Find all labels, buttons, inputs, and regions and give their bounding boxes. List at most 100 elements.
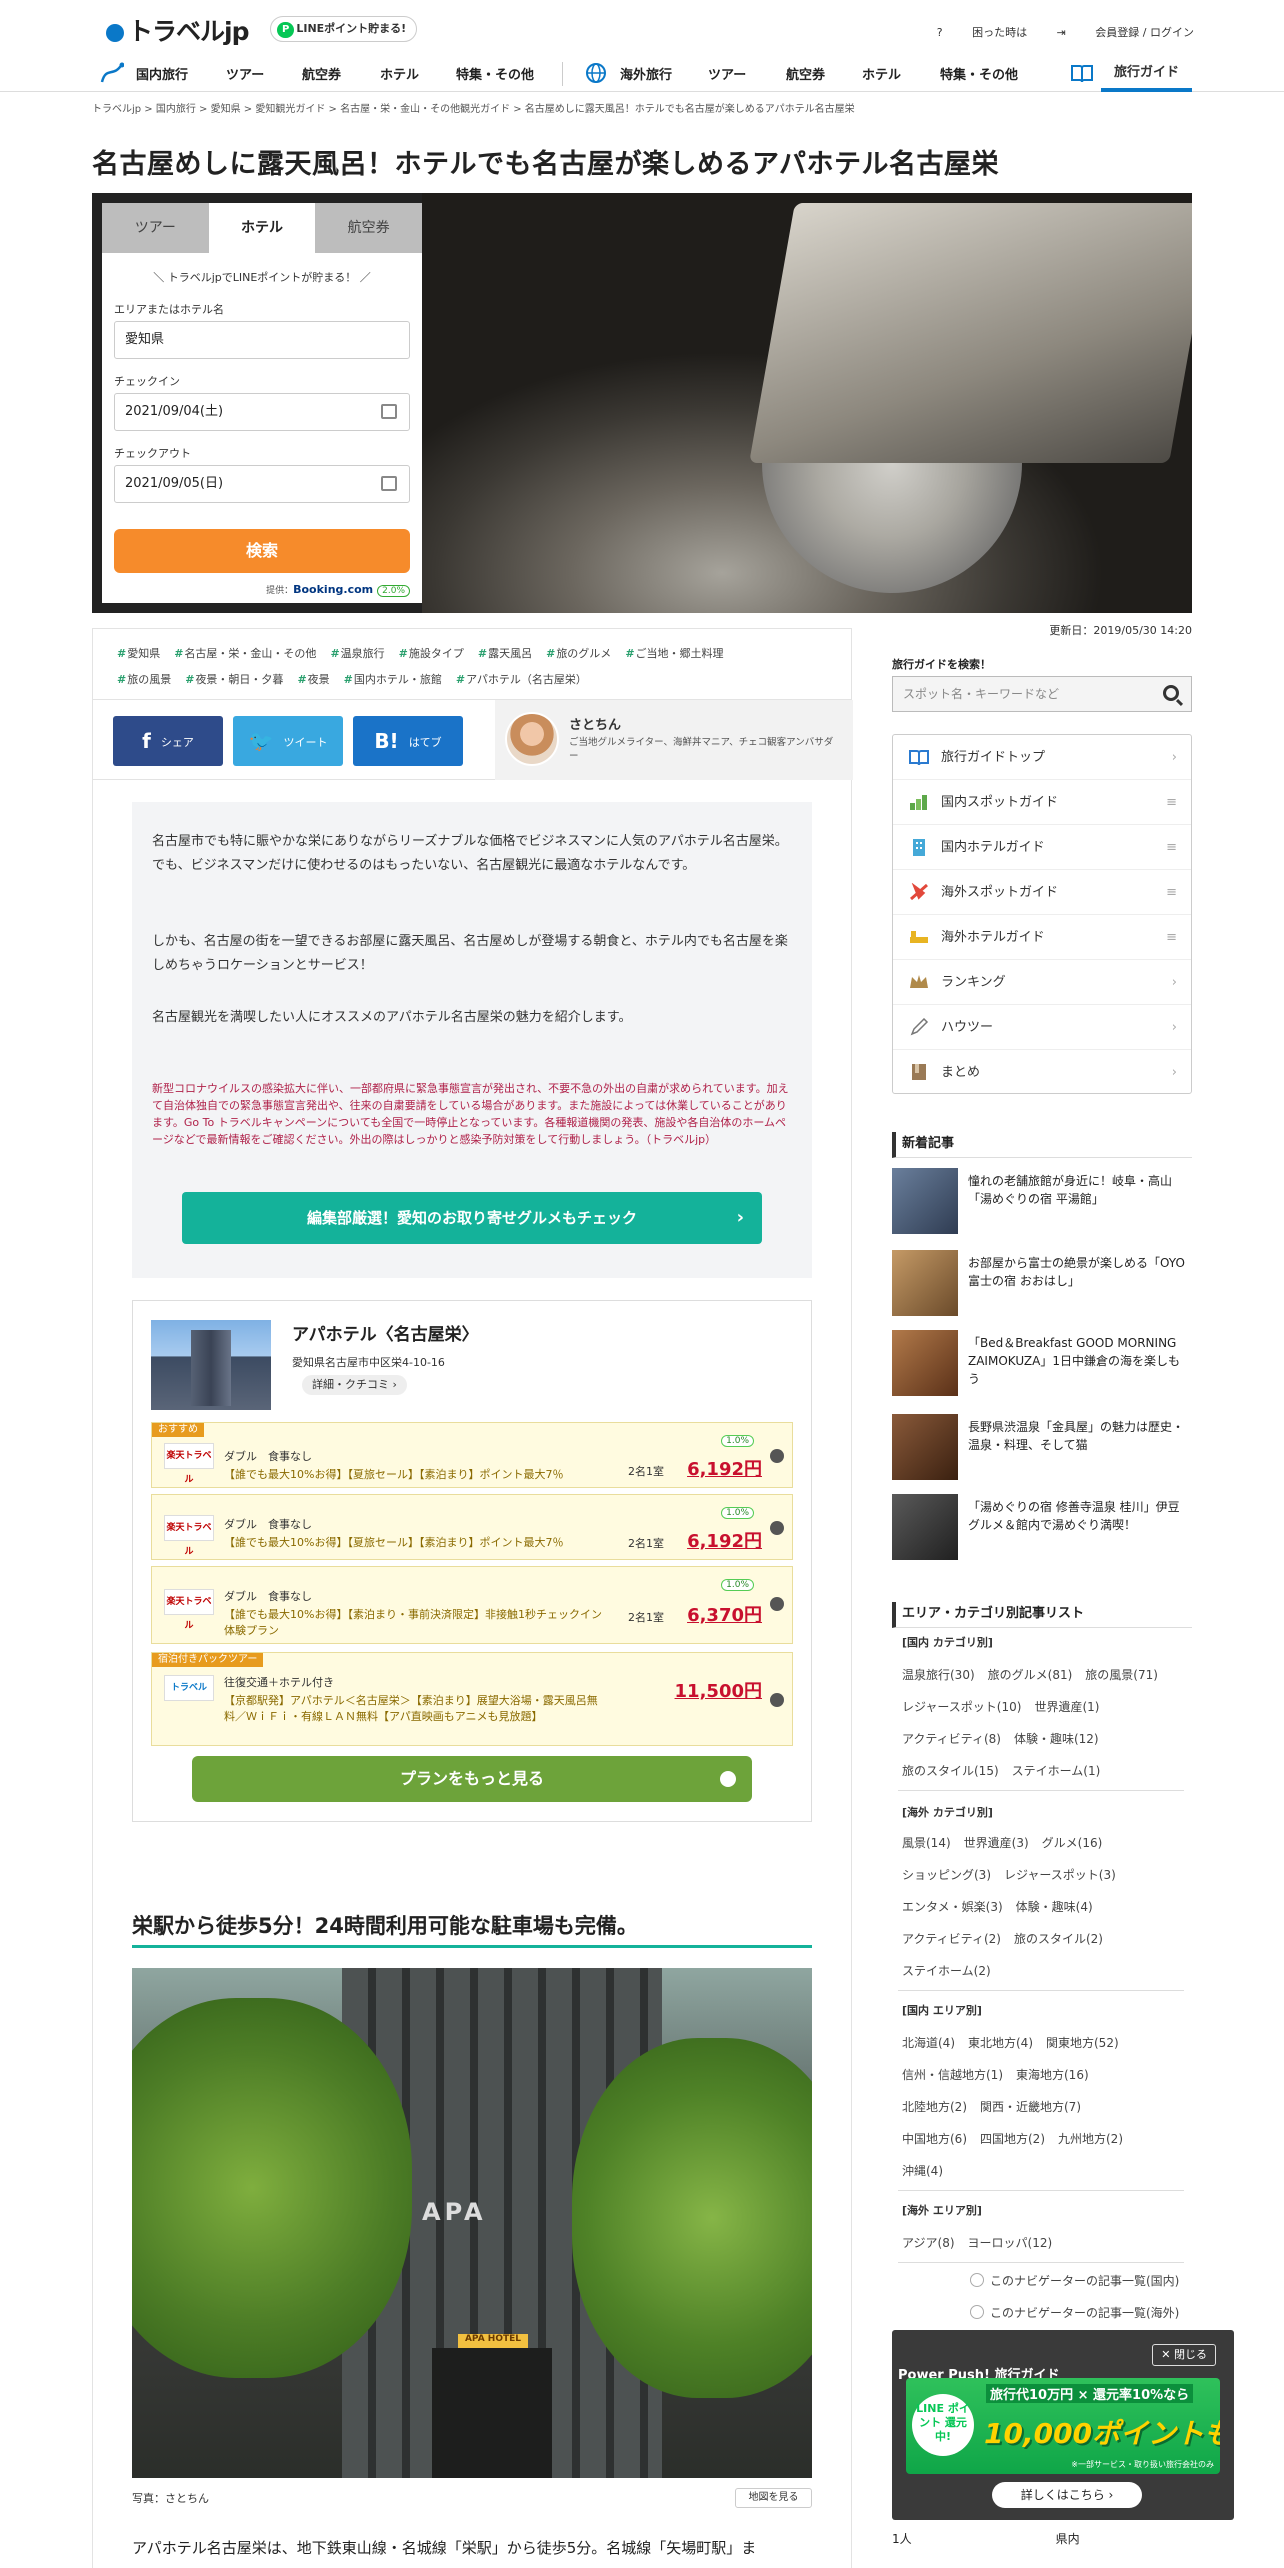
category-link[interactable]: レジャースポット(10) — [902, 1700, 1021, 1714]
more-plans-button[interactable]: プランをもっと見る — [192, 1756, 752, 1802]
nav-domestic-air[interactable]: 航空券 — [302, 64, 341, 83]
category-link[interactable]: 信州・信越地方(1) — [902, 2068, 1003, 2082]
category-link[interactable]: ショッピング(3) — [902, 1868, 991, 1882]
category-link[interactable]: レジャースポット(3) — [1004, 1868, 1116, 1882]
category-link[interactable]: 体験・趣味(12) — [1014, 1732, 1099, 1746]
category-link[interactable]: 旅の風景(71) — [1085, 1668, 1158, 1682]
category-link[interactable]: アクティビティ(8) — [902, 1732, 1001, 1746]
hotel-photo[interactable]: APA APA HOTEL — [132, 1968, 812, 2478]
tag[interactable]: ご当地・郷土料理 — [625, 647, 723, 660]
hotel-name[interactable]: アパホテル〈名古屋栄〉 — [292, 1320, 479, 1345]
category-link[interactable]: 関東地方(52) — [1046, 2036, 1119, 2050]
category-link[interactable]: 沖縄(4) — [902, 2164, 943, 2178]
hotel-thumbnail[interactable] — [151, 1320, 271, 1410]
plan-row[interactable]: 宿泊付きパックツアー トラベル 往復交通＋ホテル付き 【京都駅発】アパホテル＜名… — [151, 1652, 793, 1746]
sidebar-item-domestic-spot[interactable]: 国内スポットガイド ≡ — [893, 780, 1191, 825]
category-link[interactable]: 北海道(4) — [902, 2036, 955, 2050]
category-link[interactable]: 中国地方(6) — [902, 2132, 967, 2146]
tag[interactable]: 露天風呂 — [478, 647, 532, 660]
ad-banner[interactable]: LINE ポイント 還元中! 旅行代10万円 × 還元率10%なら 10,000… — [906, 2378, 1220, 2474]
category-link[interactable]: アジア(8) — [902, 2236, 955, 2250]
category-link[interactable]: ヨーロッパ(12) — [968, 2236, 1053, 2250]
sidebar-item-ranking[interactable]: ランキング › — [893, 960, 1191, 1005]
breadcrumb[interactable]: トラベルjp > 国内旅行 > 愛知県 > 愛知観光ガイド > 名古屋・栄・金山… — [92, 100, 855, 115]
news-item[interactable]: 憧れの老舗旅館が身近に！岐阜・高山「湯めぐりの宿 平湯館」 — [892, 1168, 1192, 1234]
tag[interactable]: 旅のグルメ — [546, 647, 611, 660]
plan-row[interactable]: 楽天トラベル ダブル 食事なし 【誰でも最大10%お得】【夏旅セール】【素泊まり… — [151, 1494, 793, 1560]
category-link[interactable]: 世界遺産(3) — [964, 1836, 1029, 1850]
sidebar-item-overseas-spot[interactable]: 海外スポットガイド ≡ — [893, 870, 1191, 915]
sidebar-item-domestic-hotel[interactable]: 国内ホテルガイド ≡ — [893, 825, 1191, 870]
ad-close-button[interactable]: ✕ 閉じる — [1152, 2344, 1216, 2366]
sidebar-item-guide-top[interactable]: 旅行ガイドトップ › — [893, 735, 1191, 780]
category-link[interactable]: 体験・趣味(4) — [1016, 1900, 1093, 1914]
sidebar-item-howto[interactable]: ハウツー › — [893, 1005, 1191, 1050]
category-link[interactable]: 世界遺産(1) — [1034, 1700, 1099, 1714]
nav-overseas-feature[interactable]: 特集・その他 — [940, 64, 1018, 83]
news-item[interactable]: 長野県渋温泉「金具屋」の魅力は歴史・温泉・料理、そして猫 — [892, 1414, 1192, 1480]
nav-domestic-feature[interactable]: 特集・その他 — [456, 64, 534, 83]
news-item[interactable]: 「Bed＆Breakfast GOOD MORNING ZAIMOKUZA」1日… — [892, 1330, 1192, 1396]
navigator-articles-overseas-link[interactable]: このナビゲーターの記事一覧(海外) — [970, 2304, 1179, 2321]
plan-row[interactable]: 楽天トラベル ダブル 食事なし 【誰でも最大10%お得】【素泊まり・事前決済限定… — [151, 1566, 793, 1644]
area-input[interactable]: 愛知県 — [114, 321, 410, 359]
hatena-share-button[interactable]: B! はてブ — [353, 716, 463, 766]
gourmet-check-button[interactable]: 編集部厳選！愛知のお取り寄せグルメもチェック — [182, 1192, 762, 1244]
plan-row[interactable]: おすすめ 楽天トラベル ダブル 食事なし 【誰でも最大10%お得】【夏旅セール】… — [151, 1422, 793, 1488]
category-link[interactable]: ステイホーム(1) — [1012, 1764, 1101, 1778]
category-link[interactable]: グルメ(16) — [1042, 1836, 1103, 1850]
tab-air[interactable]: 航空券 — [315, 203, 423, 253]
nav-domestic-tour[interactable]: ツアー — [226, 64, 264, 83]
tag[interactable]: アパホテル（名古屋栄） — [456, 673, 587, 686]
tag[interactable]: 名古屋・栄・金山・その他 — [174, 647, 316, 660]
ad-more-button[interactable]: 詳しくはこちら › — [992, 2482, 1142, 2508]
category-link[interactable]: ステイホーム(2) — [902, 1964, 991, 1978]
login-link[interactable]: ⇥ 会員登録 / ログイン — [1057, 26, 1194, 39]
category-link[interactable]: 旅のスタイル(2) — [1014, 1932, 1103, 1946]
category-link[interactable]: 風景(14) — [902, 1836, 951, 1850]
tab-hotel[interactable]: ホテル — [208, 203, 316, 253]
tag[interactable]: 施設タイプ — [399, 647, 464, 660]
tag[interactable]: 温泉旅行 — [330, 647, 384, 660]
sidebar-item-matome[interactable]: まとめ › — [893, 1050, 1191, 1095]
category-link[interactable]: 東海地方(16) — [1016, 2068, 1089, 2082]
search-button[interactable]: 検索 — [114, 529, 410, 573]
twitter-share-button[interactable]: 🐦 ツイート — [233, 716, 343, 766]
tag[interactable]: 国内ホテル・旅館 — [344, 673, 442, 686]
tag[interactable]: 愛知県 — [117, 647, 160, 660]
tag[interactable]: 旅の風景 — [117, 673, 171, 686]
category-link[interactable]: 関西・近畿地方(7) — [980, 2100, 1081, 2114]
category-link[interactable]: 東北地方(4) — [968, 2036, 1033, 2050]
category-link[interactable]: 旅のスタイル(15) — [902, 1764, 999, 1778]
nav-overseas-hotel[interactable]: ホテル — [862, 64, 901, 83]
tab-tour[interactable]: ツアー — [102, 203, 209, 253]
nav-domestic[interactable]: 国内旅行 — [136, 64, 188, 83]
search-icon[interactable] — [1163, 685, 1179, 701]
category-link[interactable]: 旅のグルメ(81) — [988, 1668, 1073, 1682]
tag[interactable]: 夜景 — [297, 673, 329, 686]
hotel-review-button[interactable]: 詳細・クチコミ › — [302, 1375, 407, 1395]
news-item[interactable]: 「湯めぐりの宿 修善寺温泉 桂川」伊豆グルメ＆館内で湯めぐり満喫！ — [892, 1494, 1192, 1560]
category-link[interactable]: 北陸地方(2) — [902, 2100, 967, 2114]
nav-overseas-tour[interactable]: ツアー — [708, 64, 746, 83]
nav-overseas-air[interactable]: 航空券 — [786, 64, 825, 83]
category-link[interactable]: アクティビティ(2) — [902, 1932, 1001, 1946]
category-link[interactable]: 温泉旅行(30) — [902, 1668, 975, 1682]
nav-domestic-hotel[interactable]: ホテル — [380, 64, 419, 83]
site-logo[interactable]: トラベルjp — [106, 12, 249, 48]
nav-travel-guide[interactable]: 旅行ガイド — [1101, 54, 1192, 92]
tag[interactable]: 夜景・朝日・夕暮 — [185, 673, 283, 686]
category-link[interactable]: 九州地方(2) — [1058, 2132, 1123, 2146]
map-button[interactable]: 地図を見る — [735, 2488, 812, 2508]
sidebar-item-overseas-hotel[interactable]: 海外ホテルガイド ≡ — [893, 915, 1191, 960]
category-link[interactable]: 四国地方(2) — [980, 2132, 1045, 2146]
sidebar-search-input[interactable]: スポット名・キーワードなど — [892, 676, 1192, 712]
checkout-input[interactable]: 2021/09/05(日) — [114, 465, 410, 503]
nav-overseas[interactable]: 海外旅行 — [620, 64, 672, 83]
author-box[interactable]: さとちん ご当地グルメライター、海鮮丼マニア、チェコ観客アンバサダー — [495, 700, 853, 780]
line-points-badge[interactable]: P LINEポイント貯まる! — [270, 16, 418, 42]
navigator-articles-domestic-link[interactable]: このナビゲーターの記事一覧(国内) — [970, 2272, 1179, 2289]
category-link[interactable]: エンタメ・娯楽(3) — [902, 1900, 1003, 1914]
help-link[interactable]: ? 困った時は — [937, 26, 1027, 39]
facebook-share-button[interactable]: f シェア — [113, 716, 223, 766]
